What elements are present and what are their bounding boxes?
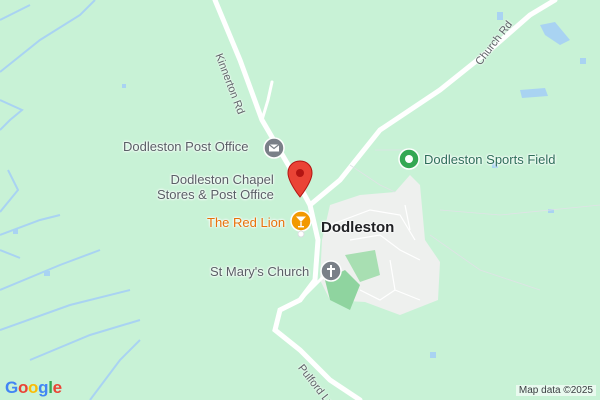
google-logo[interactable]: Google [5, 378, 62, 398]
logo-letter: e [52, 378, 62, 397]
water-channels [0, 0, 141, 400]
logo-letter: o [17, 378, 29, 397]
poi-label-chapel-line1: Dodleston Chapel [170, 172, 274, 187]
poi-label-sports-field[interactable]: Dodleston Sports Field [424, 152, 556, 167]
poi-label-red-lion[interactable]: The Red Lion [207, 215, 285, 230]
poi-label-post-office[interactable]: Dodleston Post Office [123, 139, 249, 154]
map-attribution[interactable]: Map data ©2025 [515, 385, 596, 396]
map-canvas[interactable]: Kinnerton Rd Church Rd Pulford Ln Dodles… [0, 0, 600, 400]
poi-label-chapel[interactable]: Dodleston Chapel Stores & Post Office [157, 172, 274, 202]
logo-letter: g [38, 378, 49, 397]
logo-letter: o [28, 378, 39, 397]
poi-label-chapel-line2: Stores & Post Office [157, 187, 274, 202]
logo-letter: G [5, 378, 18, 397]
place-label: Dodleston [321, 219, 395, 236]
poi-label-church[interactable]: St Mary's Church [210, 264, 309, 279]
map-layer [0, 0, 600, 400]
